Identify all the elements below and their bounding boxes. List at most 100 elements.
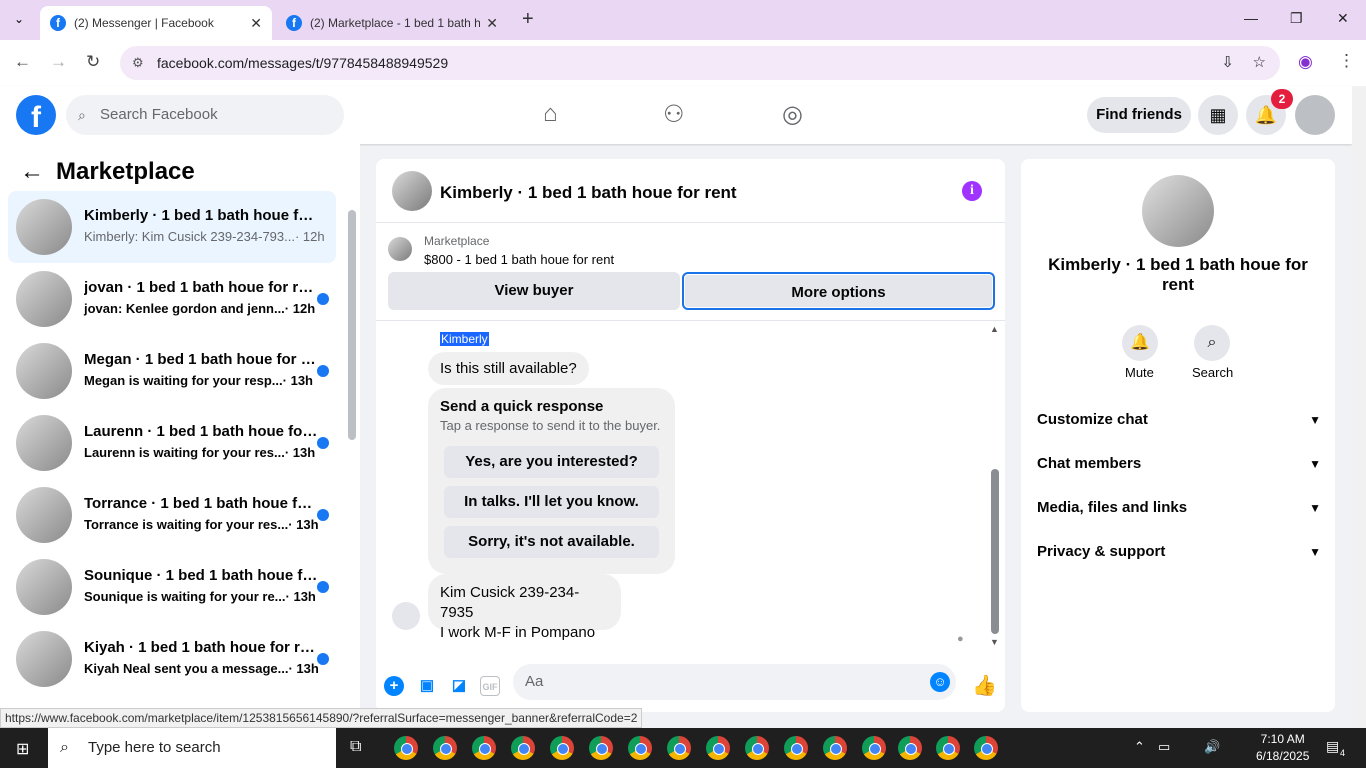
facebook-logo-icon[interactable]: f bbox=[16, 95, 56, 135]
scroll-down-icon[interactable]: ▼ bbox=[990, 637, 999, 647]
sidebar-scrollbar[interactable] bbox=[348, 210, 356, 440]
groups-icon[interactable]: ◎ bbox=[782, 100, 803, 129]
conversation-title: Laurenn · 1 bed 1 bath houe for rent bbox=[84, 423, 318, 440]
bookmark-star-icon[interactable]: ☆ bbox=[1253, 46, 1266, 80]
notification-center-icon[interactable]: ▤ bbox=[1326, 738, 1339, 755]
chrome-icon[interactable] bbox=[433, 736, 457, 760]
media-files-links-row[interactable]: Media, files and links ▼ bbox=[1037, 486, 1321, 530]
battery-icon[interactable]: ▭ bbox=[1158, 739, 1170, 755]
conversation-item[interactable]: Megan · 1 bed 1 bath houe for rent Megan… bbox=[8, 335, 336, 407]
privacy-support-row[interactable]: Privacy & support ▼ bbox=[1037, 530, 1321, 574]
conversation-item[interactable]: Kimberly · 1 bed 1 bath houe for rent Ki… bbox=[8, 191, 336, 263]
quick-reply-button[interactable]: Sorry, it's not available. bbox=[444, 526, 659, 558]
chat-title[interactable]: Kimberly · 1 bed 1 bath houe for rent bbox=[440, 183, 737, 203]
chrome-icon[interactable] bbox=[472, 736, 496, 760]
chrome-icon[interactable] bbox=[936, 736, 960, 760]
chrome-icon[interactable] bbox=[628, 736, 652, 760]
chrome-icon[interactable] bbox=[394, 736, 418, 760]
taskbar-search-input[interactable]: ⌕ Type here to search bbox=[48, 728, 336, 768]
address-bar[interactable]: ⚙ facebook.com/messages/t/97784584889495… bbox=[120, 46, 1280, 80]
back-icon[interactable]: ← bbox=[14, 52, 31, 72]
conversation-item[interactable]: Kiyah · 1 bed 1 bath houe for rent Kiyah… bbox=[8, 623, 336, 695]
emoji-icon[interactable]: ☺ bbox=[930, 672, 950, 692]
mute-bell-icon[interactable]: 🔔 bbox=[1122, 325, 1158, 361]
friends-icon[interactable]: ⚇ bbox=[663, 100, 685, 129]
menu-grid-icon[interactable]: ▦ bbox=[1198, 95, 1238, 135]
avatar[interactable] bbox=[392, 171, 432, 211]
like-thumb-icon[interactable]: 👍 bbox=[972, 676, 997, 696]
page-scrollbar[interactable] bbox=[1352, 86, 1366, 728]
marketplace-sidebar: ← Marketplace Kimberly · 1 bed 1 bath ho… bbox=[0, 144, 360, 708]
account-avatar[interactable] bbox=[1295, 95, 1335, 135]
minimize-icon[interactable]: — bbox=[1244, 10, 1258, 26]
new-tab-icon[interactable]: + bbox=[522, 8, 534, 31]
more-options-button[interactable]: More options bbox=[682, 272, 995, 310]
taskbar-clock[interactable]: 7:10 AM 6/18/2025 bbox=[1256, 731, 1309, 765]
reload-icon[interactable]: ↻ bbox=[86, 52, 100, 72]
link-status-bar: https://www.facebook.com/marketplace/ite… bbox=[0, 708, 643, 728]
chrome-icon[interactable] bbox=[550, 736, 574, 760]
find-friends-button[interactable]: Find friends bbox=[1087, 97, 1191, 133]
chat-members-row[interactable]: Chat members ▼ bbox=[1037, 442, 1321, 486]
avatar[interactable] bbox=[1142, 175, 1214, 247]
chat-scrollbar[interactable] bbox=[991, 469, 999, 634]
sticker-icon[interactable]: ◪ bbox=[449, 676, 469, 696]
search-input[interactable]: ⌕ Search Facebook bbox=[66, 95, 344, 135]
home-icon[interactable]: ⌂ bbox=[543, 100, 558, 128]
gif-icon[interactable]: GIF bbox=[480, 676, 500, 696]
chrome-icon[interactable] bbox=[784, 736, 808, 760]
forward-icon[interactable]: → bbox=[50, 52, 67, 72]
close-window-icon[interactable]: ✕ bbox=[1337, 10, 1349, 27]
menu-kebab-icon[interactable]: ⋮ bbox=[1338, 51, 1355, 71]
info-icon[interactable]: i bbox=[962, 181, 982, 201]
message-bubble[interactable]: Kim Cusick 239-234-7935 I work M-F in Po… bbox=[428, 574, 621, 641]
quick-reply-button[interactable]: Yes, are you interested? bbox=[444, 446, 659, 478]
quick-reply-button[interactable]: In talks. I'll let you know. bbox=[444, 486, 659, 518]
message-bubble[interactable]: Is this still available? bbox=[428, 352, 589, 385]
chrome-icon[interactable] bbox=[823, 736, 847, 760]
tab-marketplace[interactable]: f (2) Marketplace - 1 bed 1 bath h ✕ bbox=[276, 6, 508, 40]
sender-name: Kimberly bbox=[440, 332, 489, 346]
scroll-up-icon[interactable]: ▲ bbox=[990, 324, 999, 334]
customize-chat-row[interactable]: Customize chat ▼ bbox=[1037, 398, 1321, 442]
chrome-icon[interactable] bbox=[898, 736, 922, 760]
restore-icon[interactable]: ❐ bbox=[1290, 10, 1303, 27]
listing-thumbnail bbox=[388, 237, 412, 261]
chrome-icon[interactable] bbox=[667, 736, 691, 760]
chrome-icon[interactable] bbox=[706, 736, 730, 760]
marketplace-banner: Marketplace $800 - 1 bed 1 bath houe for… bbox=[376, 224, 1005, 321]
back-arrow-icon[interactable]: ← bbox=[20, 158, 44, 186]
avatar bbox=[16, 415, 72, 471]
install-icon[interactable]: ⇩ bbox=[1221, 46, 1234, 80]
profile-icon[interactable]: ◉ bbox=[1298, 52, 1313, 72]
add-icon[interactable]: + bbox=[384, 676, 404, 696]
chevron-down-icon: ▼ bbox=[1309, 501, 1321, 515]
conversation-item[interactable]: Torrance · 1 bed 1 bath houe for rent To… bbox=[8, 479, 336, 551]
show-hidden-icons-icon[interactable]: ⌃ bbox=[1134, 739, 1145, 755]
site-info-icon[interactable]: ⚙ bbox=[132, 46, 144, 80]
tab-list-icon[interactable]: ⌄ bbox=[14, 12, 24, 26]
volume-icon[interactable]: 🔊 bbox=[1204, 739, 1220, 755]
windows-start-icon[interactable]: ⊞ bbox=[16, 739, 29, 759]
task-view-icon[interactable]: ⧉ bbox=[350, 738, 361, 756]
message-input[interactable]: Aa ☺ bbox=[513, 664, 956, 700]
chrome-icon[interactable] bbox=[862, 736, 886, 760]
conversation-preview: jovan: Kenlee gordon and jenn...· 12h bbox=[84, 301, 316, 316]
tab-messenger[interactable]: f (2) Messenger | Facebook ✕ bbox=[40, 6, 272, 40]
composer-placeholder: Aa bbox=[525, 673, 544, 690]
view-buyer-button[interactable]: View buyer bbox=[388, 272, 680, 310]
chrome-icon[interactable] bbox=[745, 736, 769, 760]
close-tab-icon[interactable]: ✕ bbox=[486, 15, 498, 32]
conversation-item[interactable]: Sounique · 1 bed 1 bath houe for rent So… bbox=[8, 551, 336, 623]
chrome-icon[interactable] bbox=[511, 736, 535, 760]
close-tab-icon[interactable]: ✕ bbox=[250, 15, 262, 32]
photo-icon[interactable]: ▣ bbox=[417, 676, 437, 696]
chrome-icon[interactable] bbox=[589, 736, 613, 760]
conversation-title: Megan · 1 bed 1 bath houe for rent bbox=[84, 351, 318, 368]
conversation-item[interactable]: jovan · 1 bed 1 bath houe for rent jovan… bbox=[8, 263, 336, 335]
conversation-item[interactable]: Laurenn · 1 bed 1 bath houe for rent Lau… bbox=[8, 407, 336, 479]
chrome-icon[interactable] bbox=[974, 736, 998, 760]
listing-link[interactable]: $800 - 1 bed 1 bath houe for rent bbox=[424, 252, 614, 267]
search-icon[interactable]: ⌕ bbox=[1194, 325, 1230, 361]
chevron-down-icon: ▼ bbox=[1309, 545, 1321, 559]
